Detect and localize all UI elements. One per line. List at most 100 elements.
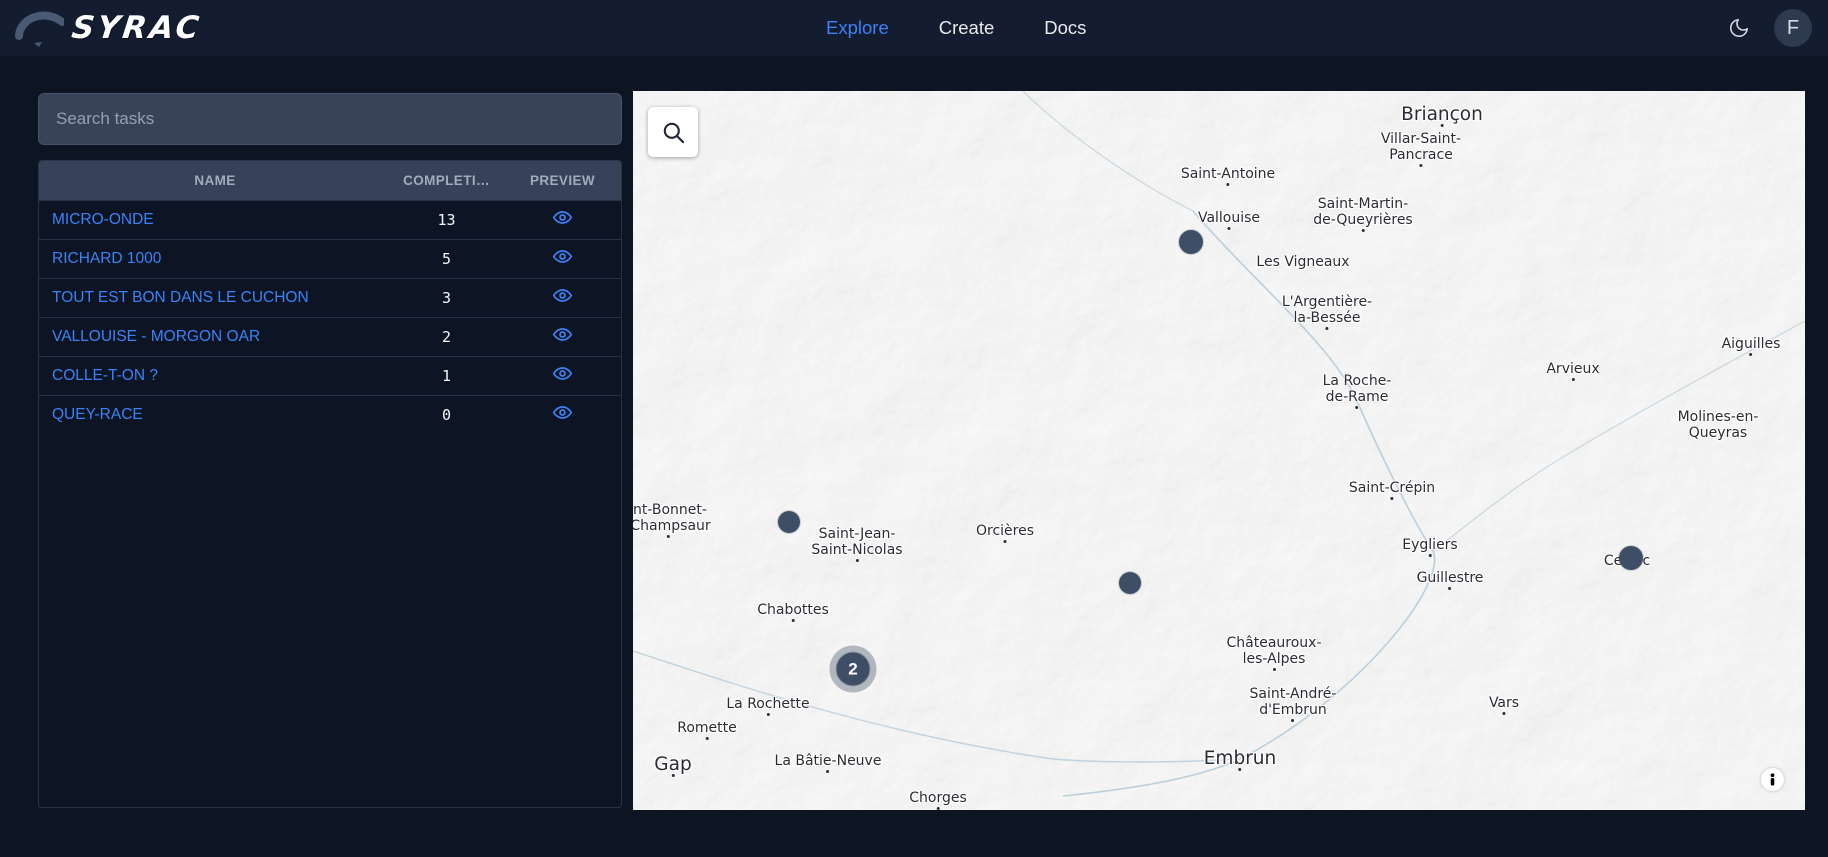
paraglider-logo-icon bbox=[12, 5, 66, 51]
map-place-label-line: les-Alpes bbox=[1242, 651, 1306, 667]
map-place-label: Briançon bbox=[1401, 104, 1483, 127]
map-place-label-line: Vars bbox=[1488, 695, 1520, 711]
map-place-label: Les Vigneaux bbox=[1256, 254, 1349, 270]
map-place-label: Aiguilles bbox=[1721, 336, 1781, 356]
cluster-marker[interactable]: 2 bbox=[829, 645, 877, 693]
map-place-label-line: Aiguilles bbox=[1721, 336, 1781, 352]
map-place-label-line: de-Rame bbox=[1325, 389, 1389, 405]
map-attribution-button[interactable] bbox=[1761, 768, 1784, 791]
task-link[interactable]: COLLE-T-ON ? bbox=[52, 367, 158, 384]
logo: SYRAC bbox=[12, 1, 204, 55]
task-link[interactable]: MICRO-ONDE bbox=[52, 211, 154, 228]
map-place-label-line: Orcières bbox=[975, 523, 1035, 539]
map-place-label: L'Argentière-la-Bessée bbox=[1282, 294, 1372, 330]
place-dot bbox=[826, 770, 830, 773]
map-marker[interactable] bbox=[1619, 546, 1643, 570]
map-place-label: Arvieux bbox=[1546, 361, 1600, 381]
table-row[interactable]: VALLOUISE - MORGON OAR 2 bbox=[39, 317, 621, 357]
place-dot bbox=[705, 737, 709, 740]
map-place-label-line: Saint-Nicolas bbox=[811, 542, 903, 558]
map-marker[interactable] bbox=[1119, 572, 1141, 594]
preview-eye-button[interactable] bbox=[552, 363, 573, 384]
map-place-label: Eygliers bbox=[1402, 537, 1458, 557]
info-icon bbox=[1765, 772, 1780, 787]
map-place-label-line: Saint-Crépin bbox=[1348, 480, 1436, 496]
map-place-label: Vallouise bbox=[1197, 210, 1261, 230]
task-link[interactable]: QUEY-RACE bbox=[52, 406, 143, 423]
task-link[interactable]: VALLOUISE - MORGON OAR bbox=[52, 328, 260, 345]
map-search-button[interactable] bbox=[648, 107, 698, 157]
table-row[interactable]: MICRO-ONDE 13 bbox=[39, 200, 621, 240]
map-marker[interactable] bbox=[1179, 230, 1203, 254]
preview-eye-button[interactable] bbox=[552, 246, 573, 267]
column-header-preview: PREVIEW bbox=[502, 161, 621, 201]
preview-eye-button[interactable] bbox=[552, 402, 573, 423]
tasks-table: NAME COMPLETI… PREVIEW MICRO-ONDE 13 RIC… bbox=[38, 160, 622, 808]
place-dot bbox=[1238, 768, 1242, 771]
table-row[interactable]: RICHARD 1000 5 bbox=[39, 239, 621, 279]
map-place-label: Gap bbox=[654, 754, 692, 777]
map-place-label-line: Saint-Antoine bbox=[1180, 166, 1276, 182]
map-place-label: Embrun bbox=[1203, 748, 1277, 771]
nav-create[interactable]: Create bbox=[939, 17, 995, 39]
table-row[interactable]: COLLE-T-ON ? 1 bbox=[39, 356, 621, 396]
logo-text: SYRAC bbox=[69, 10, 204, 46]
preview-eye-button[interactable] bbox=[552, 324, 573, 345]
map-place-label: Saint-Jean- Saint-Nicolas bbox=[811, 526, 903, 562]
map-place-label: La Roche-de-Rame bbox=[1323, 373, 1391, 409]
map-place-label: Saint-Antoine bbox=[1180, 166, 1276, 186]
column-header-name: NAME bbox=[39, 161, 391, 201]
place-dot bbox=[936, 807, 940, 810]
place-dot bbox=[1571, 378, 1575, 381]
map-place-label-line: Guillestre bbox=[1416, 570, 1484, 586]
table-row[interactable]: TOUT EST BON DANS LE CUCHON 3 bbox=[39, 278, 621, 318]
moon-icon bbox=[1728, 17, 1750, 39]
place-dot bbox=[1355, 406, 1359, 409]
map-place-label-line: d'Embrun bbox=[1259, 702, 1327, 718]
preview-eye-button[interactable] bbox=[552, 207, 573, 228]
cluster-count: 2 bbox=[835, 651, 871, 687]
map-marker[interactable] bbox=[778, 511, 800, 533]
nav-explore[interactable]: Explore bbox=[826, 17, 889, 39]
map-place-label-line: Saint-Martin- bbox=[1317, 196, 1409, 212]
map-place-label: Saint-Martin-de-Queyrières bbox=[1313, 196, 1413, 232]
map-place-label-line: Briançon bbox=[1401, 104, 1483, 125]
nav-docs[interactable]: Docs bbox=[1044, 17, 1086, 39]
main-nav: Explore Create Docs bbox=[826, 0, 1086, 56]
map-place-label-line: Vallouise bbox=[1197, 210, 1261, 226]
search-input[interactable] bbox=[38, 93, 622, 145]
place-dot bbox=[1428, 554, 1432, 557]
map-place-label: Saint-Crépin bbox=[1348, 480, 1436, 500]
place-dot bbox=[1440, 124, 1444, 127]
preview-eye-button[interactable] bbox=[552, 285, 573, 306]
place-dot bbox=[1003, 540, 1007, 543]
map-place-label-line: Villar-Saint- bbox=[1380, 131, 1462, 147]
place-dot bbox=[1361, 229, 1365, 232]
completions-count: 2 bbox=[441, 328, 452, 346]
theme-toggle-button[interactable] bbox=[1728, 17, 1750, 39]
place-dot bbox=[855, 559, 859, 562]
map-place-label-line: Chorges bbox=[909, 790, 967, 806]
map-place-label-line: Romette bbox=[677, 720, 737, 736]
map-place-label-line: la-Bessée bbox=[1293, 310, 1361, 326]
completions-count: 3 bbox=[441, 289, 452, 307]
map-place-label-line: Embrun bbox=[1203, 748, 1277, 769]
map[interactable]: Briançon Villar-Saint- Pancrace Saint-Antoi… bbox=[633, 91, 1805, 810]
task-link[interactable]: RICHARD 1000 bbox=[52, 250, 161, 267]
eye-icon bbox=[552, 289, 573, 309]
table-row[interactable]: QUEY-RACE 0 bbox=[39, 395, 621, 435]
avatar[interactable]: F bbox=[1774, 9, 1812, 47]
task-link[interactable]: TOUT EST BON DANS LE CUCHON bbox=[52, 289, 309, 306]
place-dot bbox=[1502, 712, 1506, 715]
place-dot bbox=[1291, 719, 1295, 722]
eye-icon bbox=[552, 328, 573, 348]
map-place-label-line: Gap bbox=[654, 754, 692, 775]
eye-icon bbox=[552, 211, 573, 231]
map-place-label-line: Queyras bbox=[1688, 425, 1748, 441]
eye-icon bbox=[552, 250, 573, 270]
completions-count: 13 bbox=[437, 211, 456, 229]
map-place-label-line: -Champsaur bbox=[633, 518, 711, 534]
map-place-label-line: La Rochette bbox=[726, 696, 810, 712]
map-place-label: Romette bbox=[677, 720, 737, 740]
place-dot bbox=[1419, 164, 1423, 167]
